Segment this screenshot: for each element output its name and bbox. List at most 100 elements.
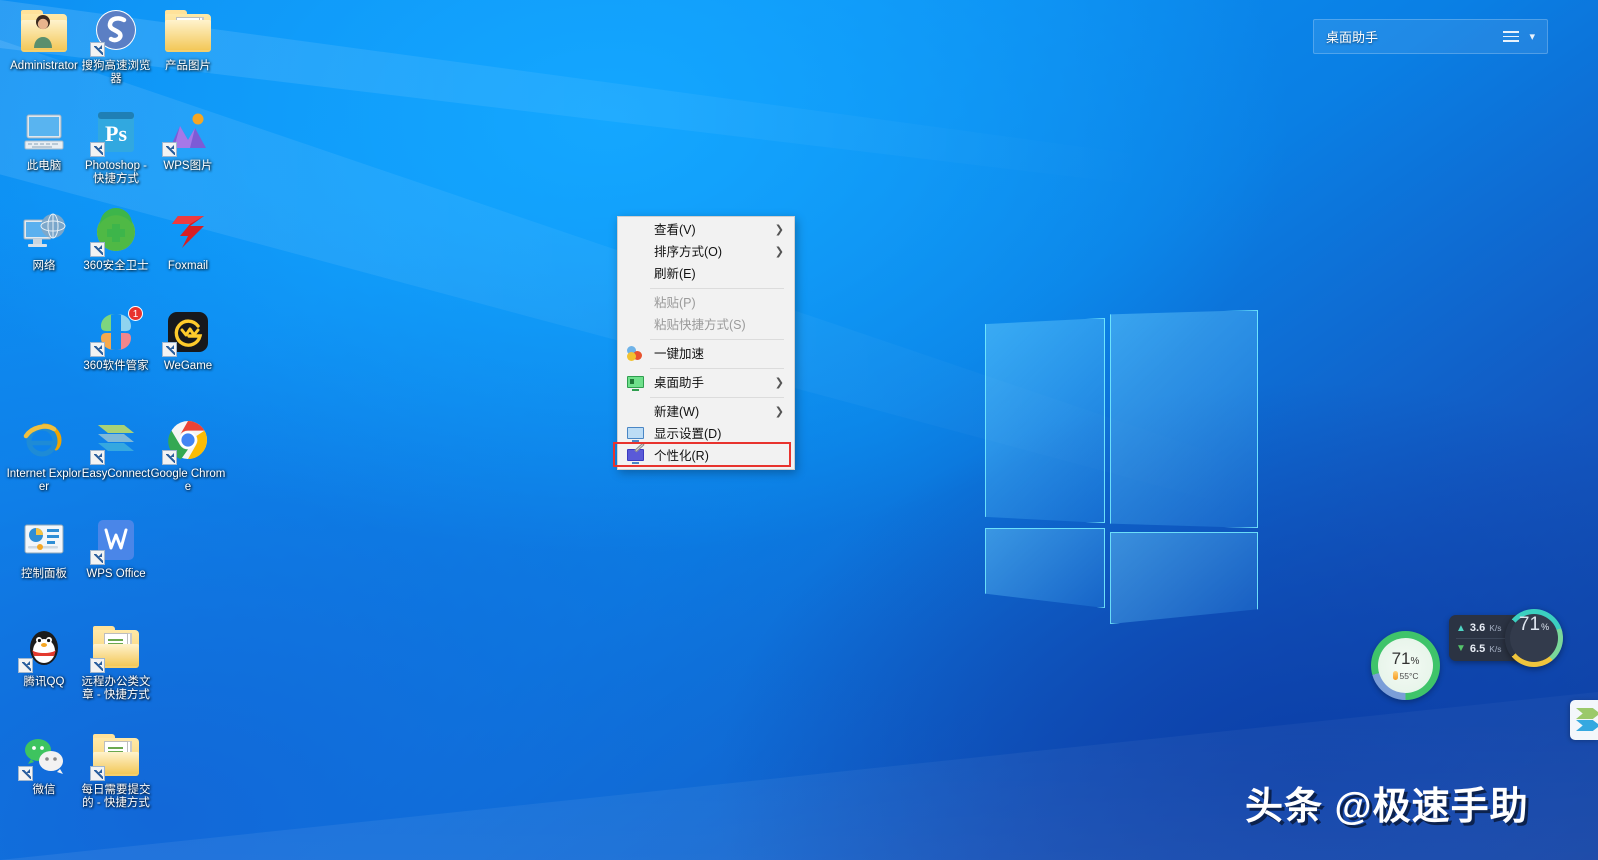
desktop-icon[interactable]: 此电脑: [6, 108, 82, 173]
shortcut-arrow-icon: [90, 142, 105, 157]
desktop-icon[interactable]: 控制面板: [6, 516, 82, 581]
menu-separator: [650, 368, 784, 369]
context-menu-item-label: 粘贴(P): [654, 296, 696, 310]
context-menu-item-label: 排序方式(O): [654, 245, 722, 259]
context-menu-item-label: 刷新(E): [654, 267, 696, 281]
desktop-icon[interactable]: WPS图片: [150, 108, 226, 173]
tencent-qq-icon: [20, 624, 68, 672]
network-icon: [20, 208, 68, 256]
shortcut-arrow-icon: [90, 658, 105, 673]
desktop-icon[interactable]: 360安全卫士: [78, 208, 154, 273]
desktop-assistant-title: 桌面助手: [1326, 27, 1493, 46]
desktop-icon[interactable]: 网络: [6, 208, 82, 273]
context-menu-item[interactable]: 个性化(R): [618, 445, 794, 467]
context-menu-item[interactable]: 一键加速: [618, 343, 794, 365]
context-menu-item-label: 显示设置(D): [654, 427, 721, 441]
display-settings-icon: [627, 426, 644, 442]
cpu-usage-gauge[interactable]: 71% 55°C: [1371, 631, 1440, 700]
control-panel-icon: [20, 516, 68, 564]
folder-doc-icon: [92, 624, 140, 672]
cpu-temperature: 55°C: [1393, 671, 1419, 681]
desktop-assistant-bar[interactable]: 桌面助手 ▾: [1313, 19, 1548, 54]
desktop-icon-label: WeGame: [150, 360, 226, 373]
accelerate-icon: [627, 346, 644, 362]
google-chrome-icon: [164, 416, 212, 464]
shortcut-arrow-icon: [90, 766, 105, 781]
desktop-icon[interactable]: Administrator: [6, 8, 82, 73]
shortcut-arrow-icon: [162, 142, 177, 157]
easyconnect-chevron-green-icon: [1576, 708, 1598, 719]
desktop-assistant-icon: [627, 375, 644, 391]
desktop-icon[interactable]: EasyConnect: [78, 416, 154, 481]
context-menu-item[interactable]: 新建(W) ❯: [618, 401, 794, 423]
context-menu-item[interactable]: 刷新(E): [618, 263, 794, 285]
cpu-usage-percent: 71%: [1392, 651, 1420, 670]
shortcut-arrow-icon: [18, 658, 33, 673]
desktop-icon[interactable]: WPS Office: [78, 516, 154, 581]
windows-logo-pane: [985, 318, 1105, 523]
desktop-icon[interactable]: 微信: [6, 732, 82, 797]
context-menu-item[interactable]: 排序方式(O) ❯: [618, 241, 794, 263]
desktop-icon-label: 微信: [6, 784, 82, 797]
360-safe-icon: [92, 208, 140, 256]
context-menu-item[interactable]: 桌面助手❯: [618, 372, 794, 394]
desktop-icon-label: 360安全卫士: [78, 260, 154, 273]
chevron-right-icon: ❯: [775, 219, 784, 241]
cpu-usage-symbol: %: [1411, 656, 1420, 667]
desktop-icon-label: Administrator: [6, 60, 82, 73]
desktop-context-menu[interactable]: 查看(V) ❯ 排序方式(O) ❯ 刷新(E) 粘贴(P) 粘贴快捷方式(S) 一键加速桌面助…: [617, 216, 795, 470]
hamburger-icon[interactable]: [1503, 28, 1519, 45]
context-menu-item-label: 一键加速: [654, 347, 704, 361]
desktop-icon-label: 网络: [6, 260, 82, 273]
chevron-right-icon: ❯: [775, 241, 784, 263]
thermometer-icon: [1393, 671, 1398, 680]
desktop-icon-label: Internet Explorer: [6, 468, 82, 494]
desktop-icon[interactable]: 腾讯QQ: [6, 624, 82, 689]
desktop-icon-label: Google Chrome: [150, 468, 226, 494]
photoshop-icon: Ps: [92, 108, 140, 156]
desktop-icon[interactable]: 产品图片: [150, 8, 226, 73]
shortcut-arrow-icon: [90, 550, 105, 565]
desktop-icon-label: 此电脑: [6, 160, 82, 173]
menu-separator: [650, 288, 784, 289]
user-folder-icon: [20, 8, 68, 56]
context-menu-item-label: 查看(V): [654, 223, 696, 237]
desktop-icon[interactable]: Google Chrome: [150, 416, 226, 494]
desktop-icon-label: 搜狗高速浏览器: [78, 60, 154, 86]
this-pc-icon: [20, 108, 68, 156]
desktop-icon[interactable]: WeGame: [150, 308, 226, 373]
folder-doc-icon: [92, 732, 140, 780]
context-menu-item-label: 新建(W): [654, 405, 699, 419]
shortcut-arrow-icon: [90, 342, 105, 357]
personalize-icon: [627, 448, 644, 464]
desktop-icon[interactable]: 搜狗高速浏览器: [78, 8, 154, 86]
windows-logo-pane: [1110, 310, 1258, 528]
chevron-right-icon: ❯: [775, 401, 784, 423]
wps-picture-icon: [164, 108, 212, 156]
easyconnect-dock-tab[interactable]: [1570, 700, 1598, 740]
menu-separator: [650, 397, 784, 398]
easyconnect-icon: [92, 416, 140, 464]
desktop-icon-label: WPS图片: [150, 160, 226, 173]
chevron-down-icon[interactable]: ▾: [1529, 30, 1535, 43]
desktop-icon[interactable]: Internet Explorer: [6, 416, 82, 494]
desktop-background[interactable]: [0, 0, 1598, 860]
memory-usage-gauge[interactable]: 71 %: [1505, 609, 1563, 667]
cpu-usage-value: 71: [1392, 649, 1411, 668]
context-menu-item[interactable]: 查看(V) ❯: [618, 219, 794, 241]
shortcut-arrow-icon: [162, 450, 177, 465]
sogou-browser-icon: [92, 8, 140, 56]
shortcut-arrow-icon: [90, 450, 105, 465]
context-menu-item-label: 粘贴快捷方式(S): [654, 318, 746, 332]
arrow-up-icon: ▲: [1456, 623, 1466, 634]
memory-usage-value: 71: [1519, 614, 1540, 636]
cpu-gauge-inner: 71% 55°C: [1378, 638, 1433, 693]
desktop-icon[interactable]: 1360软件管家: [78, 308, 154, 373]
desktop-icon[interactable]: 远程办公类文章 - 快捷方式: [78, 624, 154, 702]
desktop-icon[interactable]: 每日需要提交的 - 快捷方式: [78, 732, 154, 810]
desktop-icon[interactable]: Foxmail: [150, 208, 226, 273]
icon-notification-badge: 1: [128, 306, 143, 321]
desktop-icon-label: Photoshop - 快捷方式: [78, 160, 154, 186]
context-menu-item[interactable]: 显示设置(D): [618, 423, 794, 445]
desktop-icon[interactable]: Ps Photoshop - 快捷方式: [78, 108, 154, 186]
